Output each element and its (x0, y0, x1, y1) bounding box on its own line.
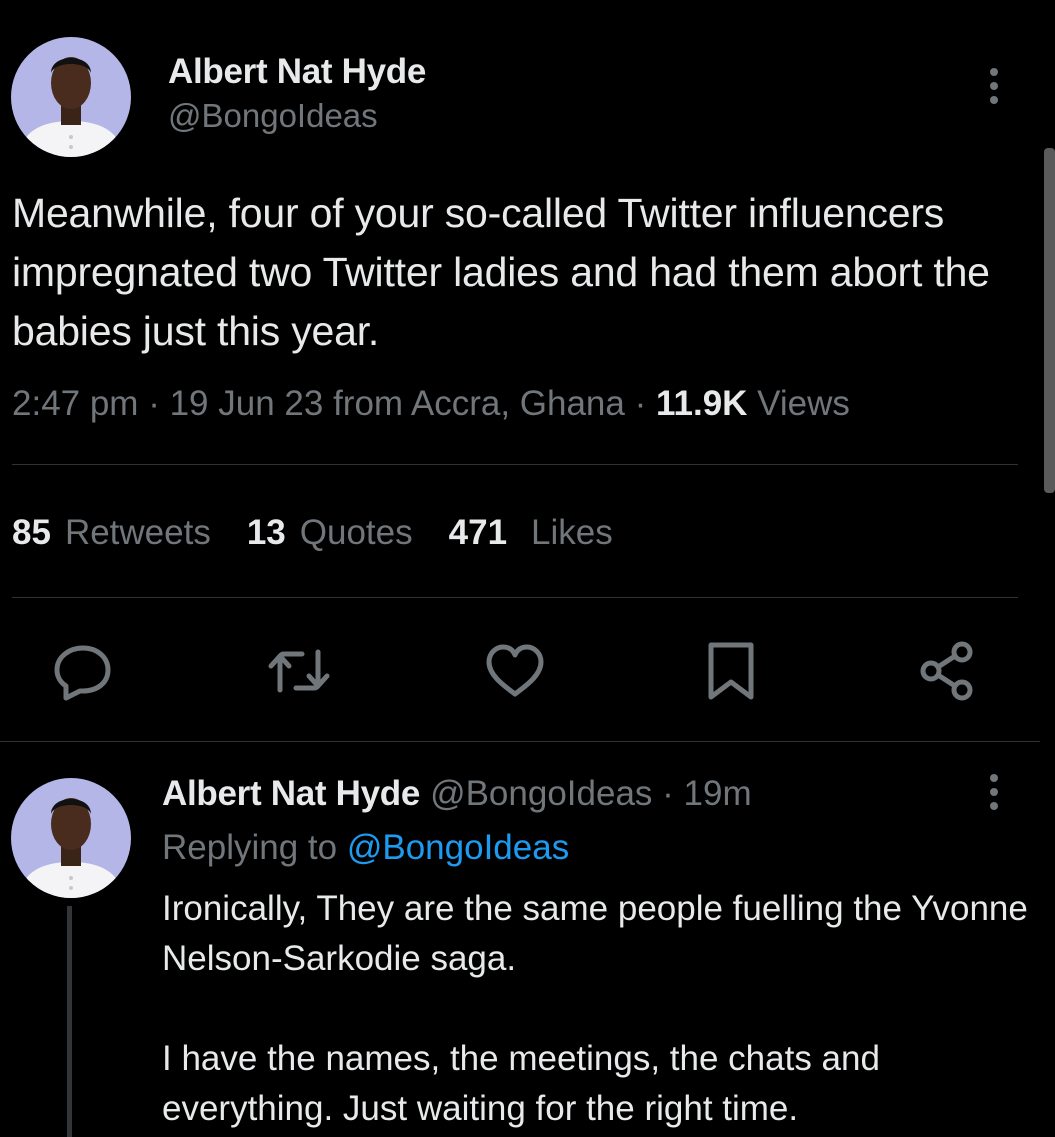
reply-header: Albert Nat Hyde @BongoIdeas · 19m (162, 774, 752, 814)
reply-icon[interactable] (52, 640, 114, 702)
likes-stat[interactable]: 471 Likes (449, 513, 613, 553)
bookmark-icon[interactable] (700, 640, 762, 702)
reply-author-name[interactable]: Albert Nat Hyde (162, 774, 420, 813)
replying-to: Replying to @BongoIdeas (162, 828, 569, 868)
replying-mention[interactable]: @BongoIdeas (347, 828, 569, 867)
divider (12, 597, 1018, 598)
quotes-stat[interactable]: 13 Quotes (247, 513, 413, 553)
thread-line (67, 906, 72, 1137)
retweets-label: Retweets (64, 513, 211, 552)
replying-label: Replying to (162, 828, 338, 867)
tweet-date[interactable]: 19 Jun 23 (170, 384, 324, 423)
views-count[interactable]: 11.9K (656, 384, 747, 423)
quotes-label: Quotes (299, 513, 413, 552)
author-handle[interactable]: @BongoIdeas (168, 97, 378, 135)
main-tweet: Albert Nat Hyde @BongoIdeas Meanwhile, f… (0, 0, 1040, 742)
share-icon[interactable] (916, 640, 978, 702)
reply-author-handle[interactable]: @BongoIdeas (430, 774, 652, 813)
retweets-count: 85 (12, 513, 51, 552)
retweet-icon[interactable] (268, 640, 330, 702)
scrollbar[interactable] (1044, 148, 1055, 493)
meta-separator: · (138, 384, 170, 423)
divider (0, 741, 1040, 742)
reply-time[interactable]: 19m (684, 774, 752, 813)
meta-separator: · (624, 384, 656, 423)
likes-count: 471 (448, 513, 508, 552)
tweet-meta: 2:47 pm · 19 Jun 23 from Accra, Ghana · … (12, 384, 850, 424)
like-icon[interactable] (484, 640, 546, 702)
author-avatar[interactable] (11, 37, 131, 157)
tweet-time[interactable]: 2:47 pm (12, 384, 138, 423)
reply-text: Ironically, They are the same people fue… (162, 889, 1028, 1128)
reply-author-avatar[interactable] (11, 778, 131, 898)
meta-separator: · (652, 774, 684, 813)
author-name[interactable]: Albert Nat Hyde (168, 52, 426, 92)
retweets-stat[interactable]: 85 Retweets (12, 513, 211, 553)
engagement-stats: 85 Retweets 13 Quotes 471 Likes (12, 513, 649, 553)
divider (12, 464, 1018, 465)
more-vertical-icon[interactable] (988, 774, 1000, 810)
tweet-text: Meanwhile, four of your so-called Twitte… (12, 190, 1001, 354)
views-label[interactable]: Views (757, 384, 850, 423)
likes-label: Likes (531, 513, 613, 552)
quotes-count: 13 (246, 513, 286, 552)
more-vertical-icon[interactable] (988, 68, 1000, 104)
tweet-location: from Accra, Ghana (333, 384, 625, 423)
